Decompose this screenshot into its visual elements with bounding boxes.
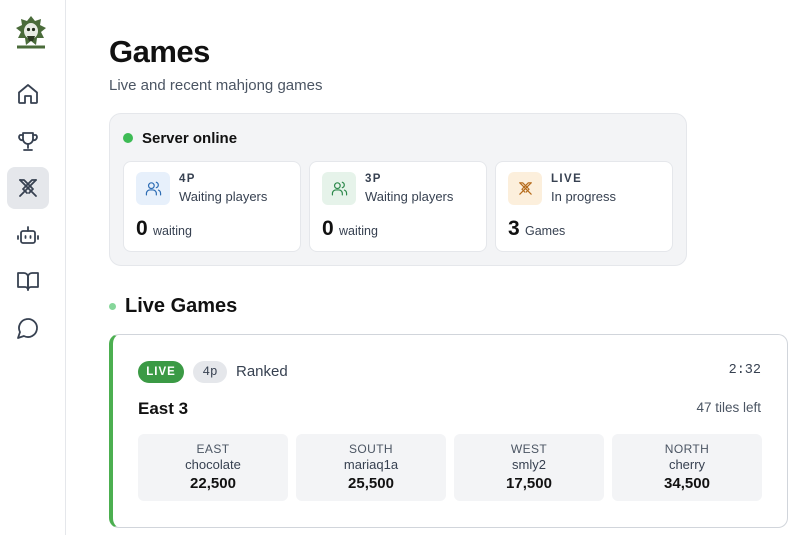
seat-score: 17,500	[506, 475, 552, 492]
stat-card-3p: 3P Waiting players 0 waiting	[309, 161, 487, 252]
sidebar-item-games[interactable]	[7, 167, 49, 209]
crossed-swords-icon	[19, 179, 37, 197]
seat-player-name: smly2	[512, 457, 546, 472]
seat-player-name: mariaq1a	[343, 457, 399, 472]
stat-description: Waiting players	[179, 189, 268, 204]
robot-icon	[17, 226, 39, 244]
seat-player-name: cherry	[668, 457, 706, 472]
tiles-left-count: 47 tiles left	[696, 400, 761, 415]
online-status-dot	[123, 133, 133, 143]
users-icon	[136, 172, 170, 205]
player-count-badge: 4p	[193, 361, 227, 383]
users-icon	[322, 172, 356, 205]
live-games-heading: Live Games	[125, 295, 238, 317]
seat-wind: NORTH	[664, 442, 710, 456]
stat-value: 0	[136, 217, 148, 240]
chat-bubble-icon	[17, 318, 38, 339]
crossed-swords-icon	[508, 172, 542, 205]
sidebar-item-docs[interactable]	[7, 260, 49, 302]
trophy-icon	[18, 132, 38, 151]
server-status-panel: Server online 4P Waiting players 0 waiti…	[109, 113, 687, 266]
stat-value: 0	[322, 217, 334, 240]
book-icon	[17, 272, 39, 291]
game-timer: 2:32	[728, 363, 761, 378]
sidebar	[0, 0, 66, 535]
seat-score: 25,500	[348, 475, 394, 492]
seat-score: 22,500	[190, 475, 236, 492]
live-game-card[interactable]: LIVE 4p Ranked 2:32 East 3 47 tiles left…	[109, 334, 788, 528]
stat-value: 3	[508, 217, 520, 240]
sidebar-item-chat[interactable]	[7, 307, 49, 349]
app-logo[interactable]	[14, 14, 48, 50]
stat-tag: 3P	[365, 173, 382, 185]
sidebar-item-bots[interactable]	[7, 214, 49, 256]
home-icon	[18, 84, 38, 104]
stat-unit: waiting	[153, 224, 192, 238]
round-label: East 3	[138, 399, 189, 418]
server-status-label: Server online	[142, 130, 238, 147]
seat-west: WEST smly2 17,500	[454, 434, 604, 501]
stat-card-live: LIVE In progress 3 Games	[495, 161, 673, 252]
live-badge: LIVE	[138, 361, 184, 383]
seat-wind: SOUTH	[349, 442, 393, 456]
stat-unit: Games	[525, 224, 566, 238]
sidebar-item-home[interactable]	[7, 73, 49, 115]
live-indicator-dot	[109, 303, 116, 310]
stat-description: In progress	[551, 189, 617, 204]
seat-wind: EAST	[196, 442, 230, 456]
seat-score: 34,500	[664, 475, 710, 492]
game-type-label: Ranked	[236, 363, 288, 380]
seat-east: EAST chocolate 22,500	[138, 434, 288, 501]
page-title: Games	[109, 34, 210, 69]
sidebar-item-leaderboard[interactable]	[7, 120, 49, 162]
seat-wind: WEST	[510, 442, 548, 456]
seat-player-name: chocolate	[185, 457, 241, 472]
stat-tag: LIVE	[551, 173, 583, 185]
seat-north: NORTH cherry 34,500	[612, 434, 762, 501]
stat-card-4p: 4P Waiting players 0 waiting	[123, 161, 301, 252]
stat-unit: waiting	[339, 224, 378, 238]
stat-tag: 4P	[179, 173, 196, 185]
page-subtitle: Live and recent mahjong games	[109, 77, 323, 94]
seat-south: SOUTH mariaq1a 25,500	[296, 434, 446, 501]
stat-description: Waiting players	[365, 189, 454, 204]
